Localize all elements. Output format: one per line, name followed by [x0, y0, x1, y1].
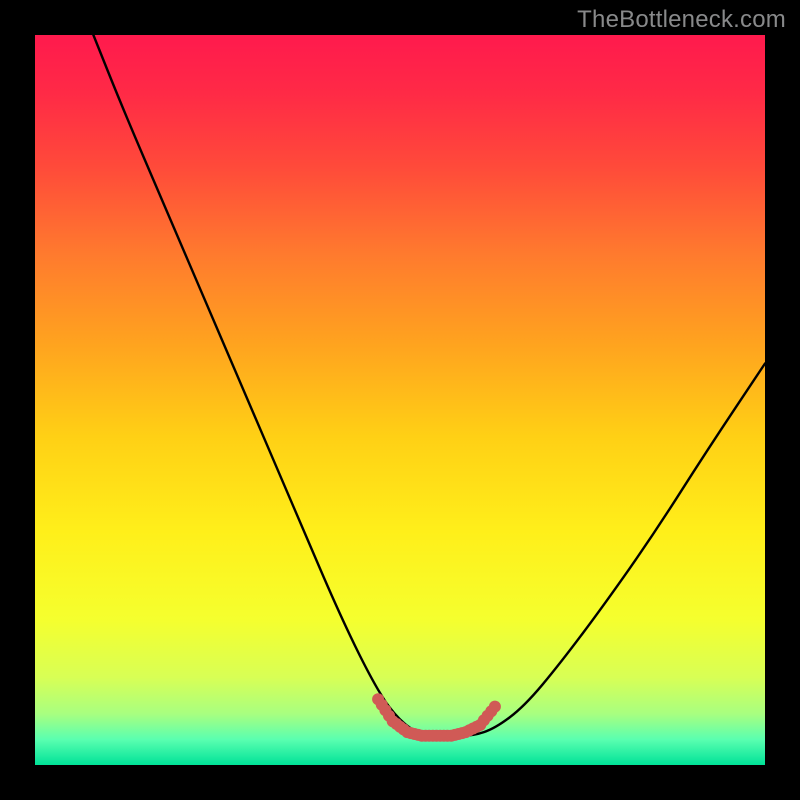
optimal-zone-markers — [372, 693, 501, 742]
watermark-text: TheBottleneck.com — [577, 6, 786, 34]
bottleneck-curve — [35, 35, 765, 765]
curve-path — [93, 35, 765, 736]
optimal-marker — [489, 701, 501, 713]
plot-area — [35, 35, 765, 765]
chart-frame: TheBottleneck.com — [0, 0, 800, 800]
